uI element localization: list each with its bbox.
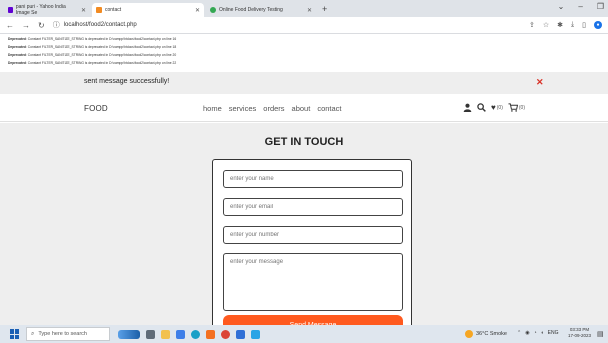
- chevron-up-icon[interactable]: ⌃: [517, 330, 521, 336]
- taskbar-search[interactable]: ⌕ Type here to search: [26, 327, 110, 341]
- close-tab-icon[interactable]: ✕: [81, 7, 86, 14]
- nav-link-orders[interactable]: orders: [263, 104, 284, 113]
- warning-text: : Constant FILTER_SANITIZE_STRING is dep…: [25, 45, 177, 49]
- maximize-icon[interactable]: ❐: [597, 2, 604, 11]
- main-nav: home services orders about contact: [203, 104, 342, 113]
- taskbar-clock[interactable]: 03:33 PM 17-09-2023: [568, 327, 591, 339]
- clock-date: 17-09-2023: [568, 333, 592, 338]
- windows-start-icon[interactable]: [10, 329, 20, 339]
- close-tab-icon[interactable]: ✕: [195, 7, 200, 14]
- forward-icon[interactable]: →: [22, 21, 30, 30]
- warning-label: Deprecated: [8, 53, 26, 57]
- search-icon: ⌕: [31, 330, 35, 337]
- contact-form: Send Message: [212, 159, 412, 325]
- toolbar-icons: ⇪ ☆ ✱ ⤓ ▯ ●: [529, 21, 602, 29]
- tab-label: Online Food Delivery Testing: [219, 7, 283, 13]
- section-title: GET IN TOUCH: [264, 136, 344, 148]
- share-icon[interactable]: ⇪: [529, 21, 535, 29]
- tab-label: contact: [105, 7, 122, 13]
- email-input[interactable]: [223, 198, 403, 216]
- sidebar-icon[interactable]: ▯: [582, 21, 586, 29]
- tab-food-delivery[interactable]: Online Food Delivery Testing ✕: [206, 3, 316, 17]
- cart-link[interactable]: (0): [508, 103, 525, 112]
- warning-text: : Constant FILTER_SANITIZE_STRING is dep…: [25, 37, 177, 41]
- contact-section: GET IN TOUCH Send Message: [0, 123, 608, 325]
- php-warning: Deprecated: Constant FILTER_SANITIZE_STR…: [8, 61, 176, 65]
- file-explorer-icon[interactable]: [161, 329, 170, 339]
- task-view-icon[interactable]: [146, 329, 155, 339]
- message-textarea[interactable]: [223, 253, 403, 311]
- yahoo-favicon-icon: [8, 7, 13, 13]
- url-text[interactable]: localhost/food2/contact.php: [64, 22, 137, 28]
- language-indicator[interactable]: ENG: [548, 330, 559, 336]
- volume-icon[interactable]: ◖: [541, 330, 544, 336]
- windows-taskbar: ⌕ Type here to search 36°C Smoke ⌃ ◉ ◔ ◖…: [0, 325, 608, 343]
- warning-text: : Constant FILTER_SANITIZE_STRING is dep…: [25, 61, 177, 65]
- star-icon[interactable]: ☆: [543, 21, 549, 29]
- extensions-icon[interactable]: ✱: [557, 21, 563, 29]
- minimize-icon[interactable]: –: [578, 2, 582, 11]
- taskbar-search-placeholder: Type here to search: [38, 331, 87, 337]
- php-warning: Deprecated: Constant FILTER_SANITIZE_STR…: [8, 45, 176, 49]
- warning-label: Deprecated: [8, 37, 26, 41]
- wishlist-count: (0): [496, 104, 503, 111]
- web-page: Deprecated: Constant FILTER_SANITIZE_STR…: [0, 34, 608, 325]
- send-message-button[interactable]: Send Message: [223, 315, 403, 325]
- network-icon[interactable]: ◉: [525, 330, 529, 336]
- weather-sun-icon: [465, 330, 473, 338]
- weather-widget[interactable]: 36°C Smoke: [465, 330, 507, 338]
- vscode-icon[interactable]: [251, 329, 260, 339]
- chevron-down-icon[interactable]: ⌄: [558, 2, 565, 11]
- site-logo[interactable]: FOOD: [84, 104, 108, 113]
- chrome-icon[interactable]: [221, 329, 230, 339]
- download-icon[interactable]: ⤓: [571, 21, 574, 29]
- nav-link-home[interactable]: home: [203, 104, 222, 113]
- address-bar: ← → ↻ ⓘ localhost/food2/contact.php ⇪ ☆ …: [0, 17, 608, 34]
- window-controls: ⌄ – ❐: [558, 2, 604, 11]
- wifi-icon[interactable]: ◔: [534, 330, 537, 336]
- back-icon[interactable]: ←: [6, 21, 14, 30]
- tab-contact[interactable]: contact ✕: [92, 3, 204, 17]
- site-header: FOOD home services orders about contact …: [0, 95, 608, 122]
- nav-link-about[interactable]: about: [292, 104, 311, 113]
- food-favicon-icon: [210, 7, 216, 13]
- nav-link-contact[interactable]: contact: [317, 104, 341, 113]
- php-warning: Deprecated: Constant FILTER_SANITIZE_STR…: [8, 37, 176, 41]
- nav-link-services[interactable]: services: [229, 104, 257, 113]
- heart-icon: ♥: [491, 103, 496, 112]
- success-message: sent message successfully!: [84, 78, 170, 85]
- notification-icon[interactable]: ▤: [597, 330, 604, 338]
- new-tab-button[interactable]: +: [318, 3, 331, 17]
- close-tab-icon[interactable]: ✕: [307, 7, 312, 14]
- widgets-icon[interactable]: [118, 329, 140, 339]
- profile-avatar-icon[interactable]: ●: [594, 21, 602, 29]
- php-warning: Deprecated: Constant FILTER_SANITIZE_STR…: [8, 53, 176, 57]
- info-icon[interactable]: ⓘ: [53, 20, 60, 30]
- weather-text: 36°C Smoke: [476, 331, 507, 337]
- close-message-icon[interactable]: ✕: [536, 77, 544, 88]
- browser-tab-bar: pani puri - Yahoo India Image Se ✕ conta…: [0, 0, 608, 17]
- store-icon[interactable]: [176, 329, 185, 339]
- edge-icon[interactable]: [191, 329, 200, 339]
- cart-count: (0): [518, 104, 525, 111]
- tab-label: pani puri - Yahoo India Image Se: [15, 4, 66, 16]
- success-message-bar: sent message successfully! ✕: [0, 72, 608, 94]
- reload-icon[interactable]: ↻: [38, 21, 45, 30]
- warning-text: : Constant FILTER_SANITIZE_STRING is dep…: [25, 53, 177, 57]
- tab-yahoo[interactable]: pani puri - Yahoo India Image Se ✕: [4, 3, 90, 17]
- xampp-icon[interactable]: [206, 329, 215, 339]
- contact-favicon-icon: [96, 7, 102, 13]
- search-icon[interactable]: [477, 103, 486, 112]
- photos-icon[interactable]: [236, 329, 245, 339]
- taskbar-apps: [118, 329, 260, 339]
- name-input[interactable]: [223, 170, 403, 188]
- cart-icon: [508, 103, 518, 112]
- wishlist-link[interactable]: ♥ (0): [491, 103, 503, 112]
- warning-label: Deprecated: [8, 45, 26, 49]
- user-icon[interactable]: [463, 103, 472, 112]
- warning-label: Deprecated: [8, 61, 26, 65]
- system-tray: ⌃ ◉ ◔ ◖ ENG: [517, 330, 558, 336]
- number-input[interactable]: [223, 226, 403, 244]
- header-icons: ♥ (0) (0): [463, 103, 525, 112]
